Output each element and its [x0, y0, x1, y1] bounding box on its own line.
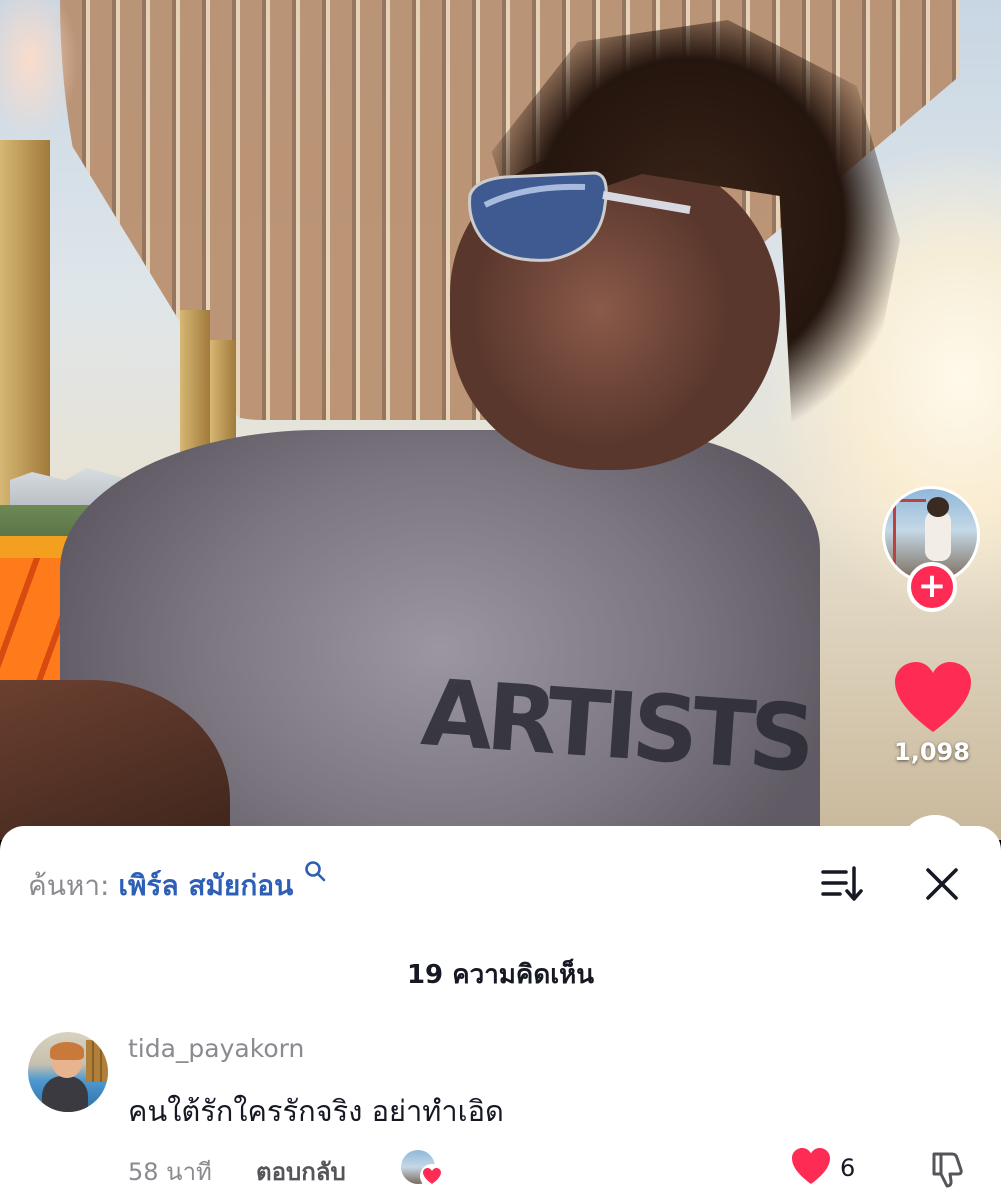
sunglasses: [468, 171, 691, 262]
sort-icon[interactable]: [820, 864, 864, 904]
search-suggestion[interactable]: ค้นหา: เพิร์ล สมัยก่อน: [28, 861, 326, 908]
comment-like-count: 6: [840, 1154, 856, 1182]
comments-sheet: ค้นหา: เพิร์ล สมัยก่อน 19 ความคิดเห็น ti…: [0, 826, 1001, 1200]
video-player[interactable]: ARTISTS + 1,098: [0, 0, 1001, 840]
avatar-fence: [86, 1040, 108, 1082]
comment-text: คนใต้รักใครรักจริง อย่าทำเอิด: [128, 1094, 504, 1128]
commenter-avatar[interactable]: [28, 1032, 108, 1112]
avatar-swing: [893, 499, 926, 572]
avatar-child: [925, 497, 951, 561]
like-count: 1,098: [894, 738, 970, 766]
search-prefix: ค้นหา:: [28, 869, 110, 902]
thumbs-down-icon[interactable]: [926, 1148, 968, 1190]
search-query[interactable]: เพิร์ล สมัยก่อน: [118, 869, 293, 902]
avatar-body: [42, 1076, 88, 1112]
comment-time: 58 นาที: [128, 1158, 212, 1186]
comment-heart-icon[interactable]: [790, 1146, 832, 1186]
plus-icon[interactable]: +: [907, 562, 957, 612]
comment-item: tida_payakorn คนใต้รักใครรักจริง อย่าทำเ…: [0, 1026, 1001, 1196]
comment-count-title: 19 ความคิดเห็น: [406, 960, 595, 990]
creator-liked-heart-icon: [420, 1164, 444, 1188]
heart-icon[interactable]: [893, 660, 973, 735]
shirt-print: ARTISTS: [418, 659, 813, 793]
close-icon[interactable]: [922, 864, 962, 904]
reply-button[interactable]: ตอบกลับ: [256, 1152, 346, 1191]
avatar-hair: [50, 1042, 84, 1060]
comment-username[interactable]: tida_payakorn: [128, 1034, 304, 1063]
lens-glare: [0, 0, 90, 160]
search-icon: [305, 861, 326, 882]
